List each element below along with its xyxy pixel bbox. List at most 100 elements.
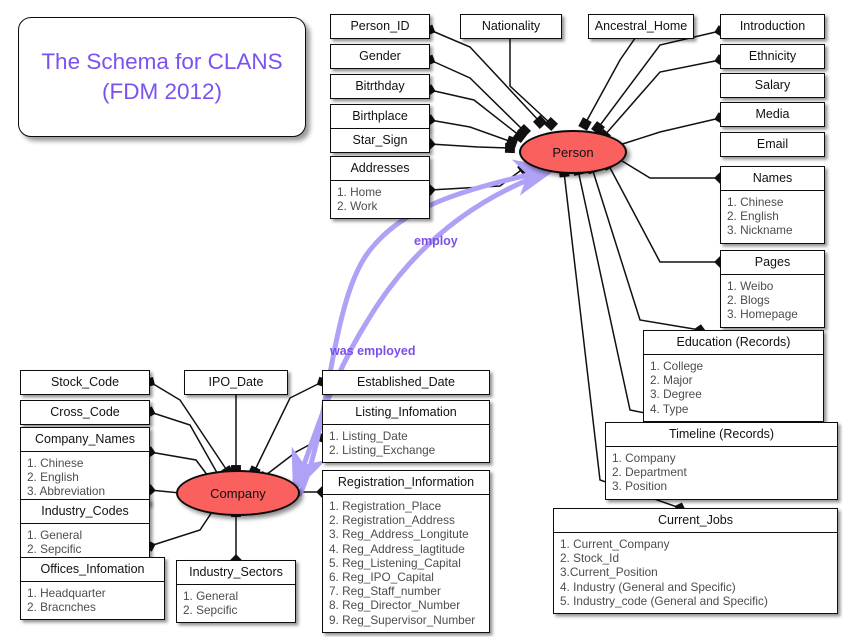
attribute-star-sign[interactable]: Star_Sign [330, 128, 430, 153]
attribute-item: 3. Reg_Address_Longitute [329, 527, 469, 542]
attribute-item: 2. Stock_Id [560, 551, 620, 566]
attribute-item: 2. Blogs [727, 293, 770, 308]
attribute-listing-infomation[interactable]: Listing_Infomation 1. Listing_Date 2. Li… [322, 400, 490, 464]
attribute-title: Birthplace [352, 109, 408, 123]
attribute-item: 2. Major [650, 373, 693, 388]
attribute-title: Stock_Code [50, 375, 120, 389]
attribute-established-date[interactable]: Established_Date [322, 370, 490, 395]
attribute-addresses[interactable]: Addresses 1. Home 2. Work [330, 156, 430, 220]
attribute-title: Offices_Infomation [21, 558, 164, 582]
attribute-title: Listing_Infomation [323, 401, 489, 425]
attribute-current-jobs[interactable]: Current_Jobs 1. Current_Company 2. Stock… [553, 508, 838, 615]
attribute-item: 3. Position [612, 479, 668, 494]
attribute-ancestral-home[interactable]: Ancestral_Home [588, 14, 694, 39]
attribute-title: Timeline (Records) [606, 423, 837, 447]
attribute-title: Introduction [739, 19, 806, 33]
attribute-nationality[interactable]: Nationality [460, 14, 562, 39]
attribute-offices-infomation[interactable]: Offices_Infomation 1. Headquarter 2. Bra… [20, 557, 165, 621]
attribute-title: Industry_Codes [21, 500, 149, 524]
attribute-item-list: 1. College 2. Major 3. Degree 4. Type [644, 355, 823, 421]
attribute-title: Addresses [331, 157, 429, 181]
attribute-item-list: 1. Registration_Place 2. Registration_Ad… [323, 495, 489, 632]
attribute-item-list: 1. Current_Company 2. Stock_Id 3.Current… [554, 533, 837, 613]
attribute-title: Bitrthday [355, 79, 405, 93]
attribute-title: Names [721, 167, 824, 191]
attribute-item: 4. Type [650, 401, 689, 416]
attribute-ethnicity[interactable]: Ethnicity [720, 44, 825, 69]
attribute-industry-sectors[interactable]: Industry_Sectors 1. General 2. Sepcific [176, 560, 296, 624]
attribute-item: 1. General [183, 589, 239, 603]
attribute-item: 9. Reg_Supervisor_Number [329, 612, 476, 627]
attribute-ipo-date[interactable]: IPO_Date [184, 370, 288, 395]
attribute-item: 3. Nickname [727, 223, 793, 238]
attribute-item-list: 1. General 2. Sepcific [177, 585, 295, 622]
attribute-item: 2. Work [337, 199, 378, 214]
attribute-item-list: 1. Chinese 2. English 3. Nickname [721, 191, 824, 243]
attribute-item: 1. Chinese [27, 456, 84, 470]
title-line-1: The Schema for CLANS [41, 49, 283, 74]
entity-company-label: Company [210, 485, 266, 501]
title-line-2: (FDM 2012) [101, 79, 222, 104]
attribute-item: 8. Reg_Director_Number [329, 598, 461, 613]
attribute-item: 1. Company [612, 451, 676, 465]
attribute-education-records[interactable]: Education (Records) 1. College 2. Major … [643, 330, 824, 422]
attribute-bitrthday[interactable]: Bitrthday [330, 74, 430, 99]
attribute-item: 3. Abbreviation [27, 484, 106, 499]
attribute-item: 2. Department [612, 465, 687, 480]
attribute-industry-codes[interactable]: Industry_Codes 1. General 2. Sepcific [20, 499, 150, 563]
attribute-item: 1. Home [337, 185, 382, 199]
attribute-title: Ancestral_Home [594, 19, 688, 33]
attribute-salary[interactable]: Salary [720, 73, 825, 98]
relationship-label-was-employed: was employed [330, 344, 416, 358]
attribute-item-list: 1. Company 2. Department 3. Position [606, 447, 837, 499]
attribute-title: Cross_Code [50, 405, 120, 419]
attribute-item: 6. Reg_IPO_Capital [329, 570, 434, 585]
attribute-title: Nationality [481, 19, 541, 33]
entity-company[interactable]: Company [176, 470, 300, 516]
attribute-timeline-records[interactable]: Timeline (Records) 1. Company 2. Departm… [605, 422, 838, 500]
attribute-title: Media [755, 107, 790, 121]
attribute-title: Star_Sign [352, 133, 408, 147]
attribute-person-id[interactable]: Person_ID [330, 14, 430, 39]
attribute-media[interactable]: Media [720, 102, 825, 127]
attribute-title: Ethnicity [748, 49, 797, 63]
entity-person[interactable]: Person [519, 130, 627, 174]
attribute-item-list: 1. Chinese 2. English 3. Abbreviation [21, 452, 149, 504]
attribute-item: 2. English [727, 209, 779, 224]
attribute-item: 3. Homepage [727, 307, 798, 322]
diagram-title-card: The Schema for CLANS (FDM 2012) [18, 17, 306, 137]
attribute-birthplace[interactable]: Birthplace [330, 104, 430, 129]
attribute-gender[interactable]: Gender [330, 44, 430, 69]
attribute-title: Industry_Sectors [177, 561, 295, 585]
attribute-cross-code[interactable]: Cross_Code [20, 400, 150, 425]
attribute-item: 1. Headquarter [27, 586, 106, 600]
attribute-company-names[interactable]: Company_Names 1. Chinese 2. English 3. A… [20, 427, 150, 505]
attribute-title: Education (Records) [644, 331, 823, 355]
attribute-item: 7. Reg_Staff_number [329, 584, 441, 599]
attribute-item: 1. General [27, 528, 83, 542]
attribute-item: 1. College [650, 359, 704, 373]
attribute-item: 1. Registration_Place [329, 499, 442, 513]
attribute-item: 4. Industry (General and Specific) [560, 579, 736, 594]
attribute-item-list: 1. General 2. Sepcific [21, 524, 149, 561]
attribute-item: 5. Reg_Listening_Capital [329, 555, 461, 570]
attribute-item: 1. Current_Company [560, 537, 670, 551]
attribute-item: 1. Listing_Date [329, 429, 408, 443]
attribute-title: Established_Date [357, 375, 455, 389]
attribute-registration-information[interactable]: Registration_Information 1. Registration… [322, 470, 490, 633]
attribute-title: Person_ID [350, 19, 410, 33]
attribute-item-list: 1. Listing_Date 2. Listing_Exchange [323, 425, 489, 462]
schema-diagram-canvas: The Schema for CLANS (FDM 2012) Person C… [0, 0, 843, 637]
attribute-names[interactable]: Names 1. Chinese 2. English 3. Nickname [720, 166, 825, 244]
attribute-pages[interactable]: Pages 1. Weibo 2. Blogs 3. Homepage [720, 250, 825, 328]
attribute-email[interactable]: Email [720, 132, 825, 157]
attribute-stock-code[interactable]: Stock_Code [20, 370, 150, 395]
attribute-introduction[interactable]: Introduction [720, 14, 825, 39]
attribute-item: 4. Reg_Address_lagtitude [329, 541, 465, 556]
attribute-item: 2. English [27, 470, 79, 485]
attribute-item: 2. Bracnches [27, 600, 96, 615]
attribute-title: Pages [721, 251, 824, 275]
attribute-item-list: 1. Headquarter 2. Bracnches [21, 582, 164, 619]
attribute-item-list: 1. Home 2. Work [331, 181, 429, 218]
attribute-item: 2. Sepcific [183, 603, 238, 618]
